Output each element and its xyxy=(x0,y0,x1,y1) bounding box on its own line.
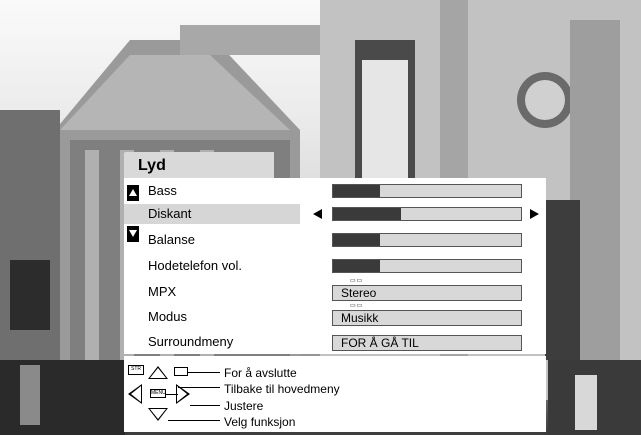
headphone-volume-bar[interactable] xyxy=(332,259,522,273)
connector-line xyxy=(168,420,220,421)
menu-key-icon: MENU xyxy=(150,389,166,398)
menu-item-label: Balanse xyxy=(148,232,195,247)
diskant-level-fill xyxy=(333,208,401,220)
menu-title-tab: Lyd xyxy=(124,152,274,180)
menu-item-label: Diskant xyxy=(148,206,192,221)
menu-item-mpx[interactable]: MPX ▭▭ Stereo xyxy=(124,278,546,302)
value-indicator-icon: ▭▭ xyxy=(350,278,364,284)
connector-line xyxy=(178,387,220,388)
down-key-fill xyxy=(150,409,166,419)
up-key-fill xyxy=(150,368,166,378)
help-exit-text: For å avslutte xyxy=(224,366,297,380)
menu-item-hodetelefon-vol[interactable]: Hodetelefon vol. xyxy=(124,256,546,276)
menu-item-label: Hodetelefon vol. xyxy=(148,258,242,273)
mpx-value[interactable]: Stereo xyxy=(332,285,522,301)
modus-value[interactable]: Musikk xyxy=(332,310,522,326)
connector-line xyxy=(166,394,178,395)
right-key-fill xyxy=(177,386,187,402)
str-key-icon: STR xyxy=(128,365,144,375)
menu-title: Lyd xyxy=(138,157,166,174)
diskant-level-bar[interactable] xyxy=(332,207,522,221)
help-select-text: Velg funksjon xyxy=(224,415,296,429)
menu-item-surroundmeny[interactable]: Surroundmeny FOR Å GÅ TIL xyxy=(124,332,546,352)
menu-item-label: Bass xyxy=(148,183,177,198)
left-arrow-icon[interactable] xyxy=(313,209,322,219)
bass-level-fill xyxy=(333,185,380,197)
headphone-volume-fill xyxy=(333,260,380,272)
menu-item-label: Surroundmeny xyxy=(148,334,234,349)
value-indicator-icon: ▭▭ xyxy=(350,303,364,309)
help-back-text: Tilbake til hovedmeny xyxy=(224,382,340,396)
balanse-level-bar[interactable] xyxy=(332,233,522,247)
help-adjust-text: Justere xyxy=(224,399,264,413)
menu-item-bass[interactable]: Bass xyxy=(124,181,546,201)
sound-menu-panel: Bass Diskant Balanse Hodetelefon vol. MP… xyxy=(124,178,546,354)
menu-item-label: Modus xyxy=(148,309,188,324)
left-key-fill xyxy=(131,386,141,402)
connector-line xyxy=(188,372,220,373)
menu-item-balanse[interactable]: Balanse xyxy=(124,230,546,250)
menu-item-modus[interactable]: Modus ▭▭ Musikk xyxy=(124,303,546,327)
help-panel: STR MENU For å avslutte Tilbake til hove… xyxy=(124,356,546,432)
balanse-level-fill xyxy=(333,234,380,246)
tv-key-icon xyxy=(174,367,188,376)
surroundmeny-value[interactable]: FOR Å GÅ TIL xyxy=(332,335,522,351)
menu-item-diskant[interactable]: Diskant xyxy=(124,204,546,224)
bass-level-bar[interactable] xyxy=(332,184,522,198)
right-arrow-icon[interactable] xyxy=(530,209,539,219)
connector-line xyxy=(190,405,220,406)
menu-item-label: MPX xyxy=(148,284,177,299)
